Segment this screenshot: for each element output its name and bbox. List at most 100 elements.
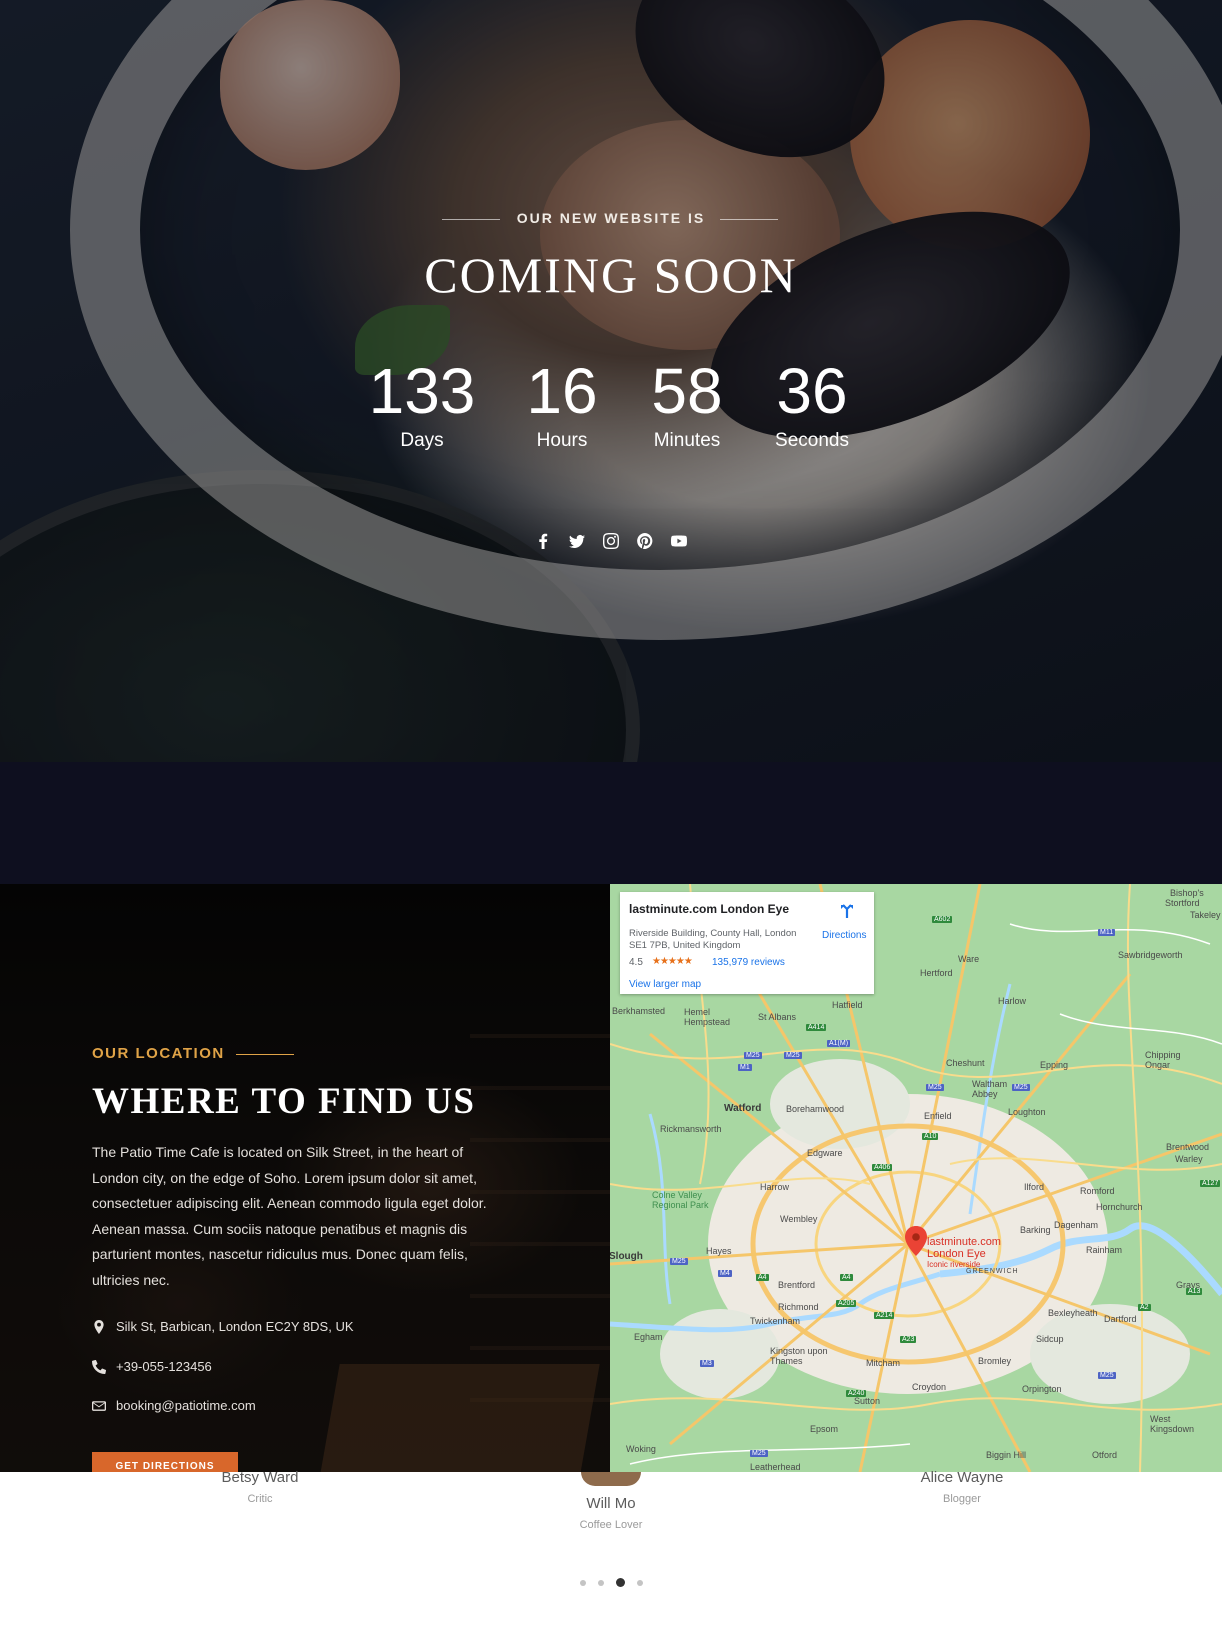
map-place-label: Epping xyxy=(1040,1060,1069,1070)
countdown-days: 133 Days xyxy=(352,356,492,452)
email-text[interactable]: booking@patiotime.com xyxy=(116,1398,256,1413)
map-embed[interactable]: Bishop's Stortford Takeley Ware Hertford… xyxy=(610,884,1222,1472)
map-place-label: Bishop's xyxy=(1170,888,1204,898)
map-place-label: Enfield xyxy=(924,1111,952,1121)
social-links xyxy=(0,533,1222,549)
location-title: WHERE TO FIND US xyxy=(92,1081,476,1122)
countdown-value: 16 xyxy=(526,355,598,427)
pagination-dot[interactable] xyxy=(597,1579,604,1586)
envelope-icon xyxy=(92,1400,106,1411)
countdown-label: Days xyxy=(400,430,444,451)
countdown-seconds: 36 Seconds xyxy=(742,356,882,452)
map-place-label: Loughton xyxy=(1008,1107,1046,1117)
map-place-label: Watford xyxy=(724,1103,762,1114)
road-badge: A214 xyxy=(874,1312,895,1319)
map-place-label: Biggin Hill xyxy=(986,1450,1027,1460)
testimonial-role: Coffee Lover xyxy=(579,1519,643,1531)
map-place-label: Berkhamsted xyxy=(612,1006,666,1016)
location-eyebrow: OUR LOCATION xyxy=(92,1045,225,1062)
map-place-label: Rickmansworth xyxy=(660,1124,722,1134)
road-badge: M11 xyxy=(1098,929,1116,936)
road-badge: M25 xyxy=(744,1052,762,1059)
pagination-dot[interactable] xyxy=(636,1579,643,1586)
road-badge: M1 xyxy=(738,1064,752,1071)
countdown-label: Minutes xyxy=(653,430,721,451)
directions-icon[interactable] xyxy=(838,902,856,920)
map-place-label: Barking xyxy=(1020,1225,1051,1235)
instagram-icon[interactable] xyxy=(603,533,619,549)
pagination-dot[interactable] xyxy=(579,1579,586,1586)
road-badge: A205 xyxy=(836,1300,857,1307)
address-row: Silk St, Barbican, London EC2Y 8DS, UK xyxy=(92,1319,354,1334)
map-place-label: Kingston upon Thames xyxy=(770,1346,828,1366)
map-place-label: Edgware xyxy=(807,1148,843,1158)
map-place-label: Warley xyxy=(1175,1154,1203,1164)
youtube-icon[interactable] xyxy=(671,533,687,549)
map-info-card: lastminute.com London Eye Riverside Buil… xyxy=(620,892,874,994)
eyebrow-divider xyxy=(236,1054,294,1055)
map-place-label: Hertford xyxy=(920,968,953,978)
directions-link[interactable]: Directions xyxy=(822,930,866,941)
road-badge: M25 xyxy=(784,1052,802,1059)
map-place-label: Sidcup xyxy=(1036,1334,1064,1344)
map-place-label: Leatherhead xyxy=(750,1462,801,1472)
map-place-label: Brentford xyxy=(778,1280,816,1290)
road-badge: A127 xyxy=(1200,1180,1221,1187)
map-place-label: Harlow xyxy=(998,996,1027,1006)
view-larger-map-link[interactable]: View larger map xyxy=(629,979,701,990)
road-badge: A10 xyxy=(922,1133,939,1140)
testimonial-role: Blogger xyxy=(943,1493,981,1505)
map-place-label: Takeley xyxy=(1190,910,1221,920)
map-place-label: Bexleyheath xyxy=(1048,1308,1098,1318)
reviews-link[interactable]: 135,979 reviews xyxy=(712,957,785,968)
map-place-label: Brentwood xyxy=(1166,1142,1210,1152)
map-place-label: Hemel Hempstead xyxy=(684,1007,731,1027)
map-place-label: Dagenham xyxy=(1054,1220,1099,1230)
countdown-value: 58 xyxy=(651,355,723,427)
coming-soon-eyebrow: OUR NEW WEBSITE IS xyxy=(516,210,706,226)
phone-row: +39-055-123456 xyxy=(92,1359,212,1374)
map-place-label: Hornchurch xyxy=(1096,1202,1143,1212)
road-badge: A23 xyxy=(900,1336,917,1343)
email-row: booking@patiotime.com xyxy=(92,1398,256,1413)
countdown-label: Seconds xyxy=(775,430,849,451)
map-place-label: Orpington xyxy=(1022,1384,1062,1394)
countdown-label: Hours xyxy=(536,430,588,451)
map-place-label: Romford xyxy=(1080,1186,1115,1196)
pin-label-line: lastminute.com xyxy=(927,1236,1001,1248)
countdown-value: 36 xyxy=(776,355,848,427)
map-place-label: Borehamwood xyxy=(786,1104,845,1114)
map-place-label: Stortford xyxy=(1165,898,1200,908)
map-place-label: Croydon xyxy=(912,1382,947,1392)
testimonial-name: Will Mo xyxy=(586,1495,636,1512)
pin-sublabel: Iconic riverside xyxy=(927,1260,981,1269)
hero-section: OUR NEW WEBSITE IS COMING SOON 133 Days … xyxy=(0,0,1222,762)
road-badge: M25 xyxy=(1098,1372,1116,1379)
phone-icon xyxy=(92,1359,106,1374)
map-place-label: Richmond xyxy=(778,1302,819,1312)
map-marker-icon xyxy=(94,1319,104,1334)
road-badge: A240 xyxy=(846,1390,867,1397)
road-badge: M25 xyxy=(750,1450,768,1457)
pagination-dot-active[interactable] xyxy=(615,1578,625,1587)
place-address: Riverside Building, County Hall, London … xyxy=(629,928,797,951)
road-badge: A414 xyxy=(806,1024,827,1031)
road-badge: A4 xyxy=(840,1274,853,1281)
phone-text[interactable]: +39-055-123456 xyxy=(116,1359,212,1374)
facebook-icon[interactable] xyxy=(535,533,551,549)
map-place-label: Rainham xyxy=(1086,1245,1123,1255)
twitter-icon[interactable] xyxy=(569,533,585,549)
map-place-label: Mitcham xyxy=(866,1358,901,1368)
map-place-label: Wembley xyxy=(780,1214,818,1224)
map-place-label: Woking xyxy=(626,1444,656,1454)
pinterest-icon[interactable] xyxy=(637,533,653,549)
location-description: The Patio Time Cafe is located on Silk S… xyxy=(92,1144,487,1288)
map-place-label: St Albans xyxy=(758,1012,797,1022)
map-place-label: Hayes xyxy=(706,1246,732,1256)
countdown-minutes: 58 Minutes xyxy=(617,356,757,452)
map-place-label: Ilford xyxy=(1024,1182,1045,1192)
map-place-label: West Kingsdown xyxy=(1150,1414,1195,1434)
road-badge: M25 xyxy=(926,1084,944,1091)
star-rating-icon: ★★★★★ xyxy=(652,956,693,967)
map-place-label: Twickenham xyxy=(750,1316,801,1326)
